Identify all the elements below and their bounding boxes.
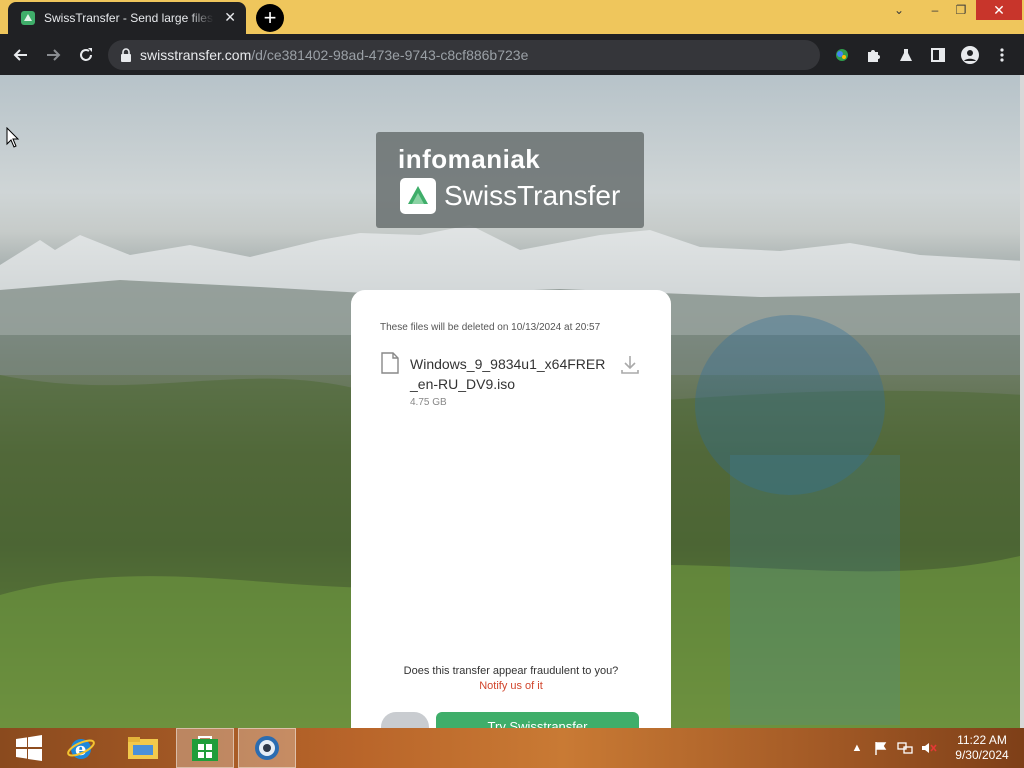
mouse-cursor-icon [6, 127, 20, 148]
back-icon[interactable] [8, 42, 34, 68]
page-background: infomaniak SwissTransfer These files wil… [0, 75, 1024, 728]
clock[interactable]: 11:22 AM 9/30/2024 [944, 733, 1020, 763]
fraud-text: Does this transfer appear fraudulent to … [403, 665, 619, 677]
notify-link[interactable]: Notify us of it [479, 680, 543, 692]
address-bar[interactable]: swisstransfer.com/d/ce381402-98ad-473e-9… [108, 40, 820, 70]
new-tab-button[interactable]: + [256, 4, 284, 32]
browser-taskbar-button[interactable] [238, 728, 296, 768]
file-explorer-icon [128, 737, 158, 759]
profile-avatar-icon[interactable] [957, 42, 983, 68]
side-panel-icon[interactable] [925, 42, 951, 68]
brand-header: infomaniak SwissTransfer [376, 132, 644, 228]
restore-button[interactable]: ❐ [946, 0, 976, 20]
transfer-card: These files will be deleted on 10/13/202… [351, 290, 671, 728]
file-name[interactable]: Windows_9_9834u1_x64FRER_en-RU_DV9.iso [410, 354, 610, 394]
labs-flask-icon[interactable] [893, 42, 919, 68]
internet-explorer-icon: e [67, 739, 95, 760]
file-icon [381, 352, 399, 374]
fraud-notice: Does this transfer appear fraudulent to … [391, 664, 631, 694]
page-scrollbar[interactable] [1020, 75, 1024, 728]
tab-close-icon[interactable]: ✕ [224, 9, 236, 26]
download-icon[interactable] [619, 354, 641, 376]
tab-title: SwissTransfer - Send large files securel… [44, 11, 214, 25]
action-center-flag-icon[interactable] [873, 740, 889, 756]
expiry-notice: These files will be deleted on 10/13/202… [380, 322, 601, 333]
clock-time: 11:22 AM [957, 733, 1007, 747]
clock-date: 9/30/2024 [955, 748, 1009, 762]
swisstransfer-logo-icon [400, 178, 436, 214]
tab-search-icon[interactable]: ⌄ [884, 0, 914, 20]
url-text: swisstransfer.com/d/ce381402-98ad-473e-9… [140, 47, 529, 63]
infomaniak-logo-text: infomaniak [398, 144, 541, 174]
store-taskbar-button[interactable] [176, 728, 234, 768]
file-explorer-taskbar-button[interactable] [114, 728, 172, 768]
swisstransfer-logo-text: SwissTransfer [444, 180, 621, 211]
volume-muted-icon[interactable] [921, 740, 937, 756]
close-window-button[interactable]: ✕ [976, 0, 1022, 20]
network-icon[interactable] [897, 740, 913, 756]
menu-kebab-icon[interactable] [989, 42, 1015, 68]
reload-icon[interactable] [73, 42, 99, 68]
lock-icon[interactable] [120, 48, 132, 62]
windows-store-icon [192, 736, 218, 761]
title-bar: SwissTransfer - Send large files securel… [0, 0, 1024, 34]
forward-icon[interactable] [40, 42, 66, 68]
start-button[interactable] [0, 728, 58, 768]
extension-colorful-icon[interactable] [829, 42, 855, 68]
swisstransfer-favicon-icon [21, 11, 35, 25]
extensions-puzzle-icon[interactable] [861, 42, 887, 68]
tray-caret-icon[interactable]: ▲ [849, 740, 865, 756]
download-all-button[interactable] [381, 712, 429, 728]
file-size: 4.75 GB [410, 397, 447, 408]
try-swisstransfer-button[interactable]: Try Swisstransfer [436, 712, 639, 728]
browser-tab[interactable]: SwissTransfer - Send large files securel… [8, 2, 246, 34]
internet-explorer-taskbar-button[interactable]: e [52, 728, 110, 768]
browser-globe-icon [255, 736, 279, 760]
windows-logo-icon [16, 735, 42, 761]
